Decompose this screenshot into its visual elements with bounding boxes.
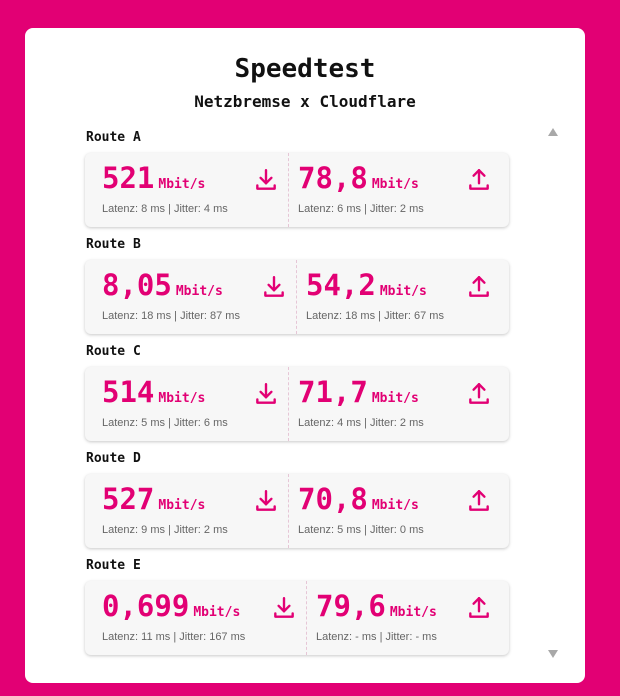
upload-latency: Latenz: 18 ms | Jitter: 67 ms — [306, 310, 444, 322]
download-unit: Mbit/s — [158, 498, 206, 513]
download-result: 527 Mbit/s Latenz: 9 ms | Jitter: 2 ms — [85, 474, 289, 548]
route-a: Route A 521 Mbit/s Latenz: 8 ms | Jitter:… — [85, 128, 509, 235]
upload-unit: Mbit/s — [371, 498, 419, 513]
upload-result: 78,8 Mbit/s Latenz: 6 ms | Jitter: 2 ms — [289, 153, 509, 227]
route-label: Route B — [86, 237, 141, 252]
download-icon — [271, 595, 297, 621]
route-result-box: 8,05 Mbit/s Latenz: 18 ms | Jitter: 87 ms… — [85, 260, 509, 334]
download-value: 0,699 — [102, 589, 190, 623]
download-icon — [261, 274, 287, 300]
upload-unit: Mbit/s — [371, 177, 419, 192]
route-d: Route D 527 Mbit/s Latenz: 9 ms | Jitter:… — [85, 449, 509, 556]
page-subtitle: Netzbremse x Cloudflare — [194, 92, 416, 111]
upload-icon — [466, 167, 492, 193]
routes-list[interactable]: Route A 521 Mbit/s Latenz: 8 ms | Jitter:… — [85, 128, 509, 666]
upload-unit: Mbit/s — [389, 605, 437, 620]
upload-speed: 71,7 Mbit/s — [298, 375, 419, 409]
scrollbar[interactable] — [545, 126, 559, 660]
upload-value: 70,8 — [298, 482, 368, 516]
download-result: 521 Mbit/s Latenz: 8 ms | Jitter: 4 ms — [85, 153, 289, 227]
route-result-box: 0,699 Mbit/s Latenz: 11 ms | Jitter: 167 … — [85, 581, 509, 655]
upload-speed: 78,8 Mbit/s — [298, 161, 419, 195]
route-label: Route E — [86, 558, 141, 573]
upload-speed: 70,8 Mbit/s — [298, 482, 419, 516]
download-value: 521 — [102, 161, 155, 195]
download-latency: Latenz: 8 ms | Jitter: 4 ms — [102, 203, 228, 215]
download-latency: Latenz: 5 ms | Jitter: 6 ms — [102, 417, 228, 429]
upload-result: 71,7 Mbit/s Latenz: 4 ms | Jitter: 2 ms — [289, 367, 509, 441]
upload-speed: 79,6 Mbit/s — [316, 589, 437, 623]
route-label: Route C — [86, 344, 141, 359]
scroll-up-arrow-icon[interactable] — [548, 128, 558, 136]
upload-latency: Latenz: 4 ms | Jitter: 2 ms — [298, 417, 424, 429]
download-result: 0,699 Mbit/s Latenz: 11 ms | Jitter: 167 … — [85, 581, 307, 655]
download-speed: 8,05 Mbit/s — [102, 268, 223, 302]
upload-value: 78,8 — [298, 161, 368, 195]
route-label: Route D — [86, 451, 141, 466]
upload-result: 79,6 Mbit/s Latenz: - ms | Jitter: - ms — [307, 581, 509, 655]
page-title: Speedtest — [234, 54, 376, 84]
download-unit: Mbit/s — [158, 177, 206, 192]
route-b: Route B 8,05 Mbit/s Latenz: 18 ms | Jitte… — [85, 235, 509, 342]
upload-value: 54,2 — [306, 268, 376, 302]
download-unit: Mbit/s — [158, 391, 206, 406]
download-result: 8,05 Mbit/s Latenz: 18 ms | Jitter: 87 ms — [85, 260, 297, 334]
upload-latency: Latenz: 5 ms | Jitter: 0 ms — [298, 524, 424, 536]
upload-latency: Latenz: - ms | Jitter: - ms — [316, 631, 437, 643]
route-e: Route E 0,699 Mbit/s Latenz: 11 ms | Jitt… — [85, 556, 509, 663]
download-latency: Latenz: 18 ms | Jitter: 87 ms — [102, 310, 240, 322]
download-icon — [253, 381, 279, 407]
download-speed: 521 Mbit/s — [102, 161, 205, 195]
upload-icon — [466, 595, 492, 621]
upload-icon — [466, 381, 492, 407]
route-result-box: 514 Mbit/s Latenz: 5 ms | Jitter: 6 ms 71… — [85, 367, 509, 441]
upload-value: 71,7 — [298, 375, 368, 409]
upload-result: 70,8 Mbit/s Latenz: 5 ms | Jitter: 0 ms — [289, 474, 509, 548]
upload-icon — [466, 274, 492, 300]
route-result-box: 521 Mbit/s Latenz: 8 ms | Jitter: 4 ms 78… — [85, 153, 509, 227]
download-icon — [253, 167, 279, 193]
route-label: Route A — [86, 130, 141, 145]
download-value: 527 — [102, 482, 155, 516]
upload-unit: Mbit/s — [379, 284, 427, 299]
download-icon — [253, 488, 279, 514]
download-value: 8,05 — [102, 268, 172, 302]
download-speed: 527 Mbit/s — [102, 482, 205, 516]
download-speed: 0,699 Mbit/s — [102, 589, 240, 623]
upload-value: 79,6 — [316, 589, 386, 623]
route-result-box: 527 Mbit/s Latenz: 9 ms | Jitter: 2 ms 70… — [85, 474, 509, 548]
route-c: Route C 514 Mbit/s Latenz: 5 ms | Jitter:… — [85, 342, 509, 449]
download-speed: 514 Mbit/s — [102, 375, 205, 409]
upload-unit: Mbit/s — [371, 391, 419, 406]
speedtest-card: Speedtest Netzbremse x Cloudflare Route … — [25, 28, 585, 683]
upload-speed: 54,2 Mbit/s — [306, 268, 427, 302]
download-unit: Mbit/s — [193, 605, 241, 620]
download-unit: Mbit/s — [175, 284, 223, 299]
upload-result: 54,2 Mbit/s Latenz: 18 ms | Jitter: 67 ms — [297, 260, 509, 334]
scroll-down-arrow-icon[interactable] — [548, 650, 558, 658]
download-value: 514 — [102, 375, 155, 409]
upload-latency: Latenz: 6 ms | Jitter: 2 ms — [298, 203, 424, 215]
download-latency: Latenz: 9 ms | Jitter: 2 ms — [102, 524, 228, 536]
download-result: 514 Mbit/s Latenz: 5 ms | Jitter: 6 ms — [85, 367, 289, 441]
download-latency: Latenz: 11 ms | Jitter: 167 ms — [102, 631, 246, 643]
upload-icon — [466, 488, 492, 514]
